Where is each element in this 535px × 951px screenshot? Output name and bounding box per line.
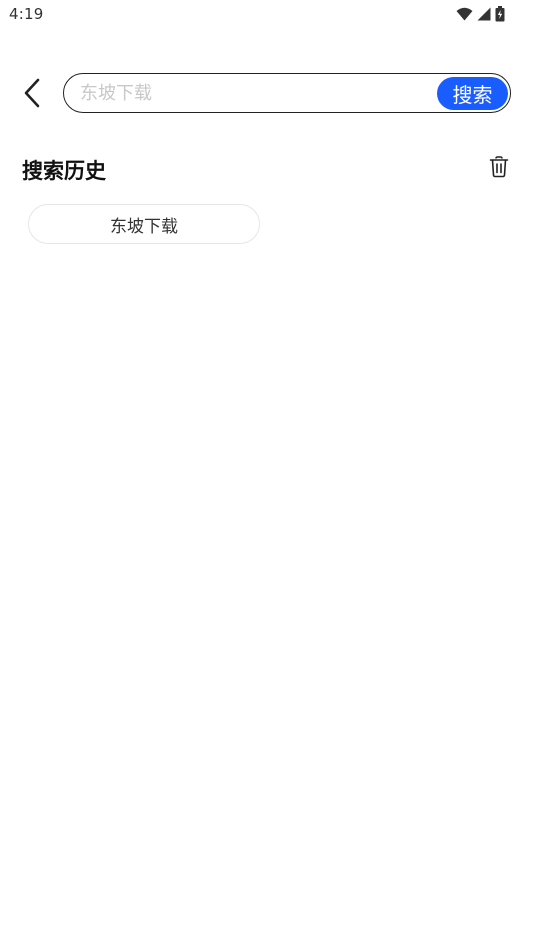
back-button[interactable] <box>14 76 50 114</box>
trash-icon <box>489 156 509 182</box>
search-input[interactable] <box>80 78 430 108</box>
status-bar: 4:19 <box>0 0 535 30</box>
search-button[interactable]: 搜索 <box>437 77 508 110</box>
chevron-left-icon <box>22 78 42 112</box>
search-box: 搜索 <box>63 73 511 113</box>
history-chip[interactable]: 东坡下载 <box>28 204 260 244</box>
history-list: 东坡下载 <box>28 204 260 244</box>
battery-charging-icon <box>495 6 505 22</box>
status-time: 4:19 <box>9 5 44 23</box>
cell-signal-icon <box>477 7 491 21</box>
history-title: 搜索历史 <box>22 159 106 183</box>
wifi-icon <box>456 7 473 21</box>
status-icons <box>456 6 505 22</box>
clear-history-button[interactable] <box>485 155 513 183</box>
